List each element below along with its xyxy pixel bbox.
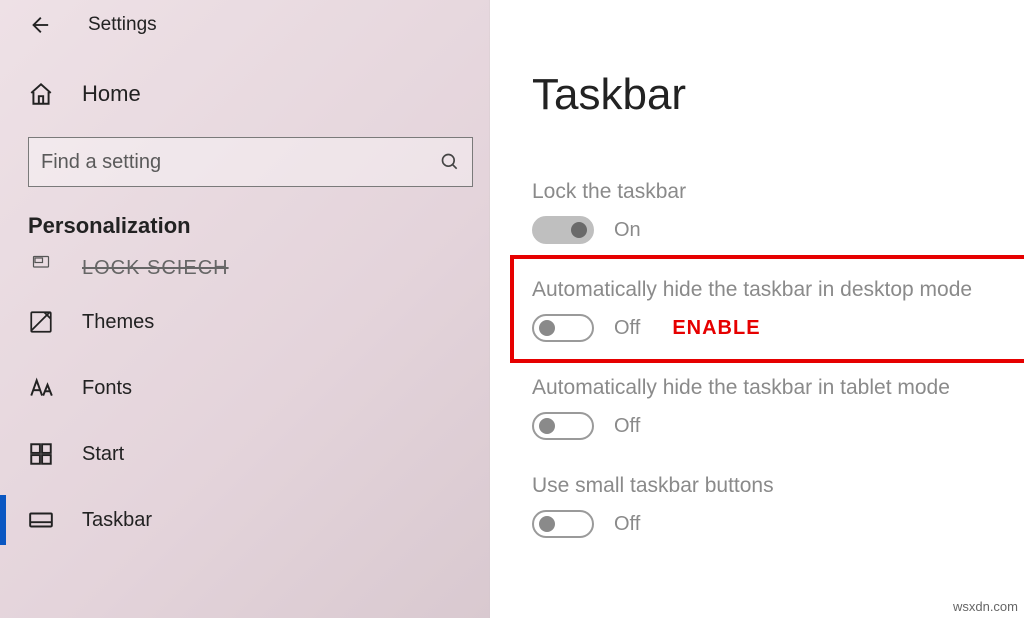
sidebar-item-label: Taskbar: [82, 509, 152, 532]
nav-list: LOCK SCIECH Themes Fonts: [0, 247, 489, 553]
setting-lock-taskbar: Lock the taskbar On: [532, 180, 1024, 244]
home-label: Home: [82, 81, 141, 107]
toggle-state: Off: [614, 513, 640, 536]
page-title: Taskbar: [532, 70, 1024, 120]
sidebar-item-fonts[interactable]: Fonts: [0, 355, 489, 421]
toggle-lock-taskbar[interactable]: [532, 216, 594, 244]
toggle-state: Off: [614, 415, 640, 438]
sidebar-item-label: LOCK SCIECH: [82, 257, 229, 280]
watermark: wsxdn.com: [953, 599, 1018, 614]
app-title: Settings: [88, 14, 157, 36]
sidebar-item-label: Start: [82, 443, 124, 466]
sidebar-item-label: Themes: [82, 311, 154, 334]
search-input[interactable]: [41, 151, 440, 174]
sidebar-item-themes[interactable]: Themes: [0, 289, 489, 355]
toggle-hide-desktop[interactable]: [532, 314, 594, 342]
header: Settings: [0, 0, 489, 36]
toggle-state: Off: [614, 317, 640, 340]
toggle-state: On: [614, 219, 641, 242]
setting-hide-desktop: Automatically hide the taskbar in deskto…: [532, 278, 1024, 342]
toggle-small-buttons[interactable]: [532, 510, 594, 538]
toggle-hide-tablet[interactable]: [532, 412, 594, 440]
home-icon: [28, 81, 54, 107]
settings-window: Settings Home Personalization: [0, 0, 1024, 618]
setting-small-buttons: Use small taskbar buttons Off: [532, 474, 1024, 538]
section-title: Personalization: [0, 187, 489, 247]
back-icon[interactable]: [28, 14, 50, 36]
start-icon: [28, 441, 54, 467]
home-link[interactable]: Home: [0, 36, 489, 127]
taskbar-icon: [28, 507, 54, 533]
toggle-row: On: [532, 216, 1024, 244]
toggle-row: Off: [532, 510, 1024, 538]
search-box[interactable]: [28, 137, 473, 187]
setting-label: Automatically hide the taskbar in tablet…: [532, 376, 1024, 400]
setting-label: Use small taskbar buttons: [532, 474, 1024, 498]
themes-icon: [28, 309, 54, 335]
setting-hide-tablet: Automatically hide the taskbar in tablet…: [532, 376, 1024, 440]
lock-screen-icon: [28, 255, 54, 281]
fonts-icon: [28, 375, 54, 401]
sidebar-item-lock-screen[interactable]: LOCK SCIECH: [0, 247, 489, 289]
toggle-row: Off ENABLE: [532, 314, 1024, 342]
setting-label: Lock the taskbar: [532, 180, 1024, 204]
sidebar-item-start[interactable]: Start: [0, 421, 489, 487]
content-pane: Taskbar Lock the taskbar On Automaticall…: [490, 0, 1024, 618]
sidebar-item-taskbar[interactable]: Taskbar: [0, 487, 489, 553]
search-icon: [440, 152, 460, 172]
sidebar-item-label: Fonts: [82, 377, 132, 400]
toggle-row: Off: [532, 412, 1024, 440]
sidebar: Settings Home Personalization: [0, 0, 490, 618]
setting-label: Automatically hide the taskbar in deskto…: [532, 278, 1024, 302]
annotation-enable: ENABLE: [672, 317, 760, 340]
